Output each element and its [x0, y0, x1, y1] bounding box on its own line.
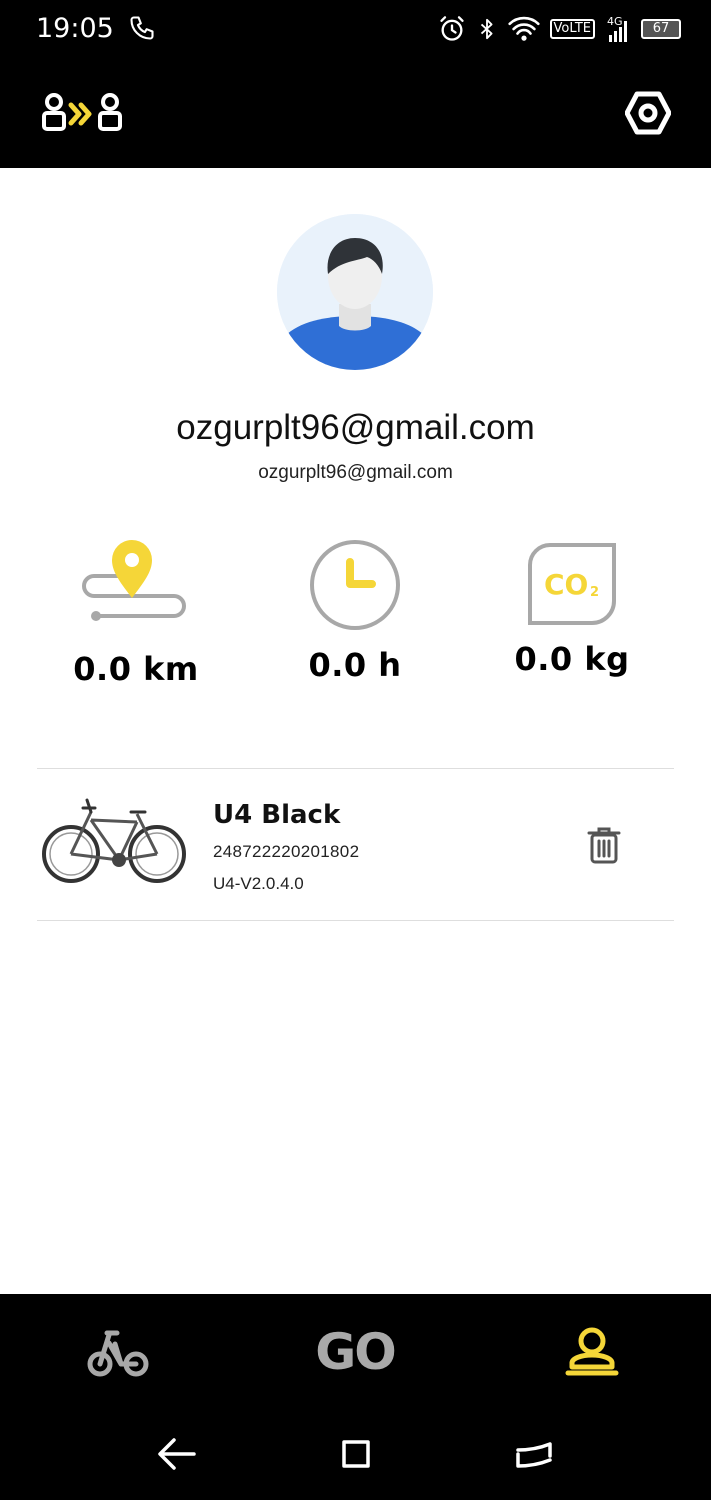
profile-username: ozgurplt96@gmail.com — [176, 408, 535, 447]
co2-leaf-icon: CO 2 — [528, 543, 616, 625]
wifi-icon — [507, 16, 540, 41]
bike-serial: 248722220201802 — [213, 842, 360, 861]
bottom-nav: GO — [0, 1294, 711, 1410]
status-bar: 19:05 VoLTE 4G 67 — [0, 0, 711, 62]
bike-firmware: U4-V2.0.4.0 — [213, 874, 304, 893]
bike-icon — [87, 1330, 149, 1377]
nav-bikes[interactable] — [68, 1294, 168, 1410]
volte-badge: VoLTE — [549, 19, 595, 39]
avatar[interactable] — [277, 214, 433, 370]
share-users-icon[interactable] — [40, 92, 128, 136]
app-header — [0, 62, 711, 168]
bike-list-item[interactable]: U4 Black 248722220201802 U4-V2.0.4.0 — [37, 770, 674, 920]
stat-time: 0.0 h — [275, 538, 435, 684]
trash-icon[interactable] — [587, 826, 621, 864]
signal-icon: 4G — [607, 15, 627, 42]
alarm-icon — [439, 16, 464, 41]
signal-type-label: 4G — [607, 15, 623, 28]
svg-text:2: 2 — [590, 585, 599, 600]
settings-hex-icon[interactable] — [625, 90, 671, 136]
divider-bottom — [37, 920, 674, 921]
stat-co2: CO 2 0.0 kg — [492, 542, 652, 678]
svg-text:CO: CO — [544, 568, 588, 601]
bicycle-image — [42, 798, 186, 883]
nav-go[interactable]: GO — [305, 1294, 405, 1410]
profile-icon — [565, 1327, 619, 1376]
divider-top — [37, 768, 674, 769]
status-time: 19:05 — [36, 13, 114, 44]
route-pin-icon — [82, 540, 186, 621]
co2-value: 0.0 kg — [514, 640, 630, 678]
phone-call-icon — [130, 16, 154, 40]
distance-value: 0.0 km — [73, 650, 199, 688]
bluetooth-icon — [480, 18, 493, 40]
back-icon[interactable] — [156, 1432, 200, 1476]
status-icons: VoLTE 4G 67 — [438, 12, 681, 46]
bike-name: U4 Black — [213, 800, 341, 830]
nav-profile[interactable] — [542, 1294, 642, 1410]
stat-distance: 0.0 km — [56, 536, 216, 688]
system-nav — [0, 1410, 711, 1500]
clock-icon — [310, 540, 400, 630]
battery-icon: 67 — [641, 19, 681, 39]
time-value: 0.0 h — [308, 646, 402, 684]
default-avatar-icon — [277, 214, 433, 370]
home-icon[interactable] — [512, 1432, 556, 1476]
profile-email: ozgurplt96@gmail.com — [258, 462, 453, 483]
recents-icon[interactable] — [334, 1432, 378, 1476]
